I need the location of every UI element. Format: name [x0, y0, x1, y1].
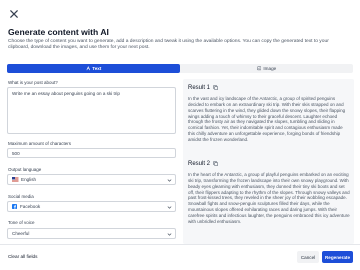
chevron-down-icon	[167, 206, 172, 209]
output-language-label: Output language	[8, 167, 42, 172]
content-type-tabs: Text Image	[7, 64, 353, 73]
page-description: Choose the type of content you want to g…	[8, 39, 329, 51]
page-title: Generate content with AI	[8, 27, 109, 37]
image-icon	[257, 66, 262, 71]
output-language-value: English	[21, 177, 37, 182]
text-format-icon	[86, 66, 90, 71]
tone-of-voice-select[interactable]: Cheerful	[7, 228, 176, 239]
max-chars-label: Maximum amount of characters	[8, 141, 72, 146]
post-about-label: What is your post about?	[8, 80, 58, 85]
result-2-text: In the heart of the Antarctic, a group o…	[188, 172, 350, 224]
copy-icon[interactable]	[213, 85, 218, 91]
facebook-icon	[12, 204, 17, 209]
output-language-select[interactable]: English	[7, 174, 176, 185]
tab-text-label: Text	[92, 66, 102, 71]
result-2-header: Result 2	[188, 161, 218, 167]
result-2-title: Result 2	[188, 161, 211, 167]
close-icon	[10, 10, 18, 18]
social-media-value: Facebook	[20, 204, 41, 209]
social-media-select[interactable]: Facebook	[7, 201, 176, 212]
result-1-title: Result 1	[188, 85, 211, 91]
tab-text[interactable]: Text	[7, 64, 180, 73]
chevron-down-icon	[167, 233, 172, 236]
us-flag-icon	[12, 177, 19, 182]
result-1-text: In the vast and icy landscape of the Ant…	[188, 96, 346, 142]
tone-of-voice-value: Cheerful	[12, 231, 30, 236]
social-media-label: Social media	[8, 194, 34, 199]
cancel-button[interactable]: Cancel	[297, 251, 319, 263]
tone-of-voice-label: Tone of voice	[8, 220, 35, 225]
chevron-down-icon	[167, 179, 172, 182]
clear-all-fields-link[interactable]: Clear all fields	[8, 254, 37, 259]
close-button[interactable]	[8, 8, 20, 20]
post-about-textarea[interactable]: Write me an essay about penguins going o…	[7, 87, 176, 134]
max-chars-value: 500	[12, 150, 20, 156]
footer-divider	[0, 244, 360, 245]
tab-image-label: Image	[263, 66, 277, 71]
result-1-header: Result 1	[188, 85, 218, 91]
tab-image[interactable]: Image	[180, 64, 353, 73]
max-chars-input[interactable]: 500	[7, 148, 176, 158]
regenerate-button[interactable]: Regenerate	[322, 251, 353, 263]
copy-icon[interactable]	[213, 161, 218, 167]
